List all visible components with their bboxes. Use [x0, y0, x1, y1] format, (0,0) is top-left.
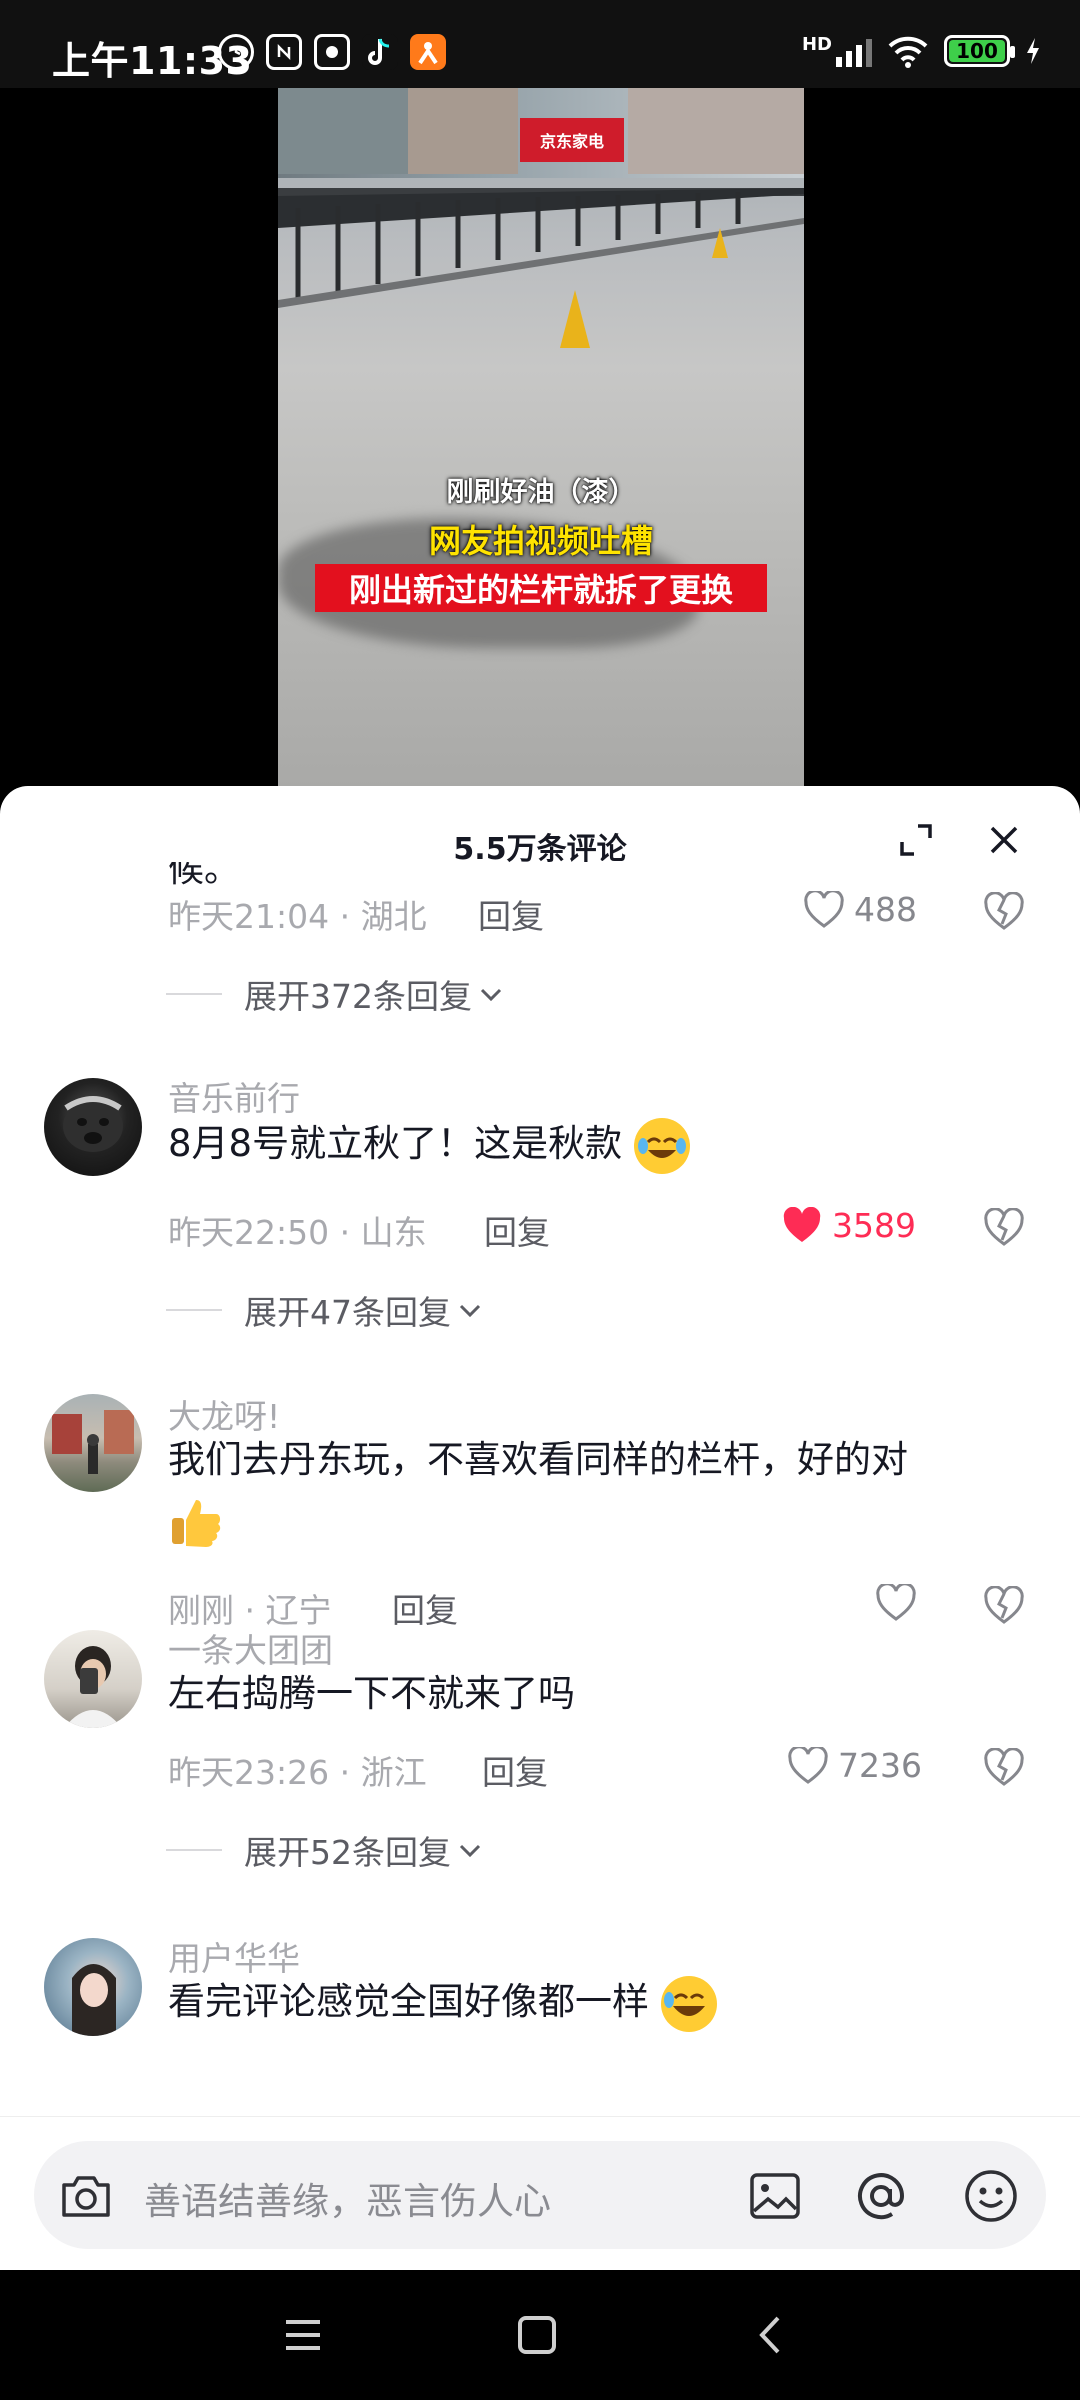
video-caption-banner: 刚出新过的栏杆就拆了更换 — [315, 564, 767, 612]
reply-button[interactable]: 回复 — [482, 1746, 548, 1794]
dislike-heart-icon[interactable] — [984, 1208, 1024, 1248]
battery-icon: 100 — [944, 35, 1015, 67]
chevron-down-icon — [480, 988, 502, 1002]
comment-meta: 昨天21:04 · 湖北 — [168, 890, 427, 938]
like-button[interactable]: 7236 — [788, 1746, 922, 1785]
avatar[interactable] — [44, 1938, 142, 2036]
heart-filled-icon — [783, 1206, 821, 1242]
rofl-emoji-icon — [660, 1975, 717, 2032]
comment-text: 左右捣腾一下不就来了吗 — [168, 1672, 575, 1715]
comment-location: 湖北 — [360, 897, 427, 936]
video-player[interactable]: 京东家电 刚刷好油（漆） 网友拍视频吐槽 刚出新过的栏杆就拆了更换 — [278, 88, 804, 788]
comment-time: 昨天21:04 — [168, 897, 330, 936]
divider-line — [166, 1849, 222, 1851]
comment-list[interactable]: 候。 昨天21:04 · 湖北 回复 488 展开372条回复 音乐前行 8月8… — [0, 862, 1080, 2112]
emoji-icon[interactable] — [962, 2167, 1020, 2225]
video-caption-small: 刚刷好油（漆） — [446, 477, 636, 508]
divider-line — [166, 993, 222, 995]
camera-icon[interactable] — [58, 2171, 114, 2221]
expand-replies-label: 展开47条回复 — [244, 1293, 451, 1332]
heart-icon — [876, 1584, 916, 1621]
status-bar: 上午11:33 HD 100 — [0, 0, 1080, 88]
comment-time: 昨天23:26 — [168, 1753, 330, 1792]
like-button[interactable]: 488 — [804, 890, 917, 929]
avatar[interactable] — [44, 1630, 142, 1728]
like-count: 488 — [854, 890, 917, 929]
at-icon[interactable] — [852, 2167, 910, 2225]
comment-username[interactable]: 音乐前行 — [168, 1072, 300, 1120]
like-button[interactable]: 3589 — [782, 1206, 916, 1245]
tiktok-icon — [362, 34, 398, 70]
avatar[interactable] — [44, 1394, 142, 1492]
heart-icon — [788, 1746, 828, 1784]
back-icon[interactable] — [748, 2312, 794, 2358]
wifi-icon — [888, 36, 928, 68]
dislike-heart-icon[interactable] — [984, 892, 1024, 932]
status-icons — [218, 34, 446, 70]
expand-icon[interactable] — [896, 820, 936, 860]
traffic-cone — [712, 228, 728, 258]
comment-location: 山东 — [360, 1213, 427, 1252]
comment-text: 8月8号就立秋了！这是秋款 — [168, 1114, 690, 1174]
thumbs-up-emoji-icon — [168, 1494, 224, 1550]
app-icon — [314, 34, 350, 70]
input-placeholder: 善语结善缘，恶言伤人心 — [144, 2180, 551, 2223]
store-sign: 京东家电 — [520, 118, 624, 162]
comment-text: 我们去丹东玩，不喜欢看同样的栏杆，好的对 — [168, 1430, 1028, 1550]
video-building — [278, 88, 408, 174]
home-icon[interactable] — [514, 2312, 560, 2358]
app-orange-icon — [410, 34, 446, 70]
expand-replies-label: 展开372条回复 — [244, 977, 472, 1016]
video-caption-red: 刚出新过的栏杆就拆了更换 — [348, 571, 733, 609]
close-icon[interactable] — [984, 820, 1024, 860]
comments-sheet: 5.5万条评论 候。 昨天21:04 · 湖北 回复 488 展开372条回复 — [0, 786, 1080, 2270]
comment-location: 浙江 — [360, 1753, 427, 1792]
divider-line — [166, 1309, 222, 1311]
charging-icon — [1027, 38, 1039, 64]
expand-replies-label: 展开52条回复 — [244, 1833, 451, 1872]
reply-button[interactable]: 回复 — [392, 1584, 458, 1632]
comment-text: 看完评论感觉全国好像都一样 — [168, 1972, 717, 2032]
comment-meta: 昨天22:50 · 山东 — [168, 1206, 427, 1254]
menu-icon[interactable] — [280, 2312, 326, 2358]
system-nav-bar — [0, 2270, 1080, 2400]
reply-button[interactable]: 回复 — [484, 1206, 550, 1254]
video-building — [628, 88, 804, 174]
comment-time: 昨天22:50 — [168, 1213, 330, 1252]
status-right: HD 100 — [802, 34, 1042, 68]
expand-replies-button[interactable]: 展开52条回复 — [166, 1826, 485, 1874]
chevron-down-icon — [459, 1844, 481, 1858]
chevron-down-icon — [459, 1304, 481, 1318]
video-caption-yellow: 网友拍视频吐槽 — [428, 522, 653, 560]
reply-button[interactable]: 回复 — [478, 890, 544, 938]
comment-input[interactable]: 善语结善缘，恶言伤人心 — [34, 2141, 1046, 2249]
heart-icon — [804, 890, 844, 928]
video-building — [408, 88, 518, 174]
like-button[interactable] — [876, 1584, 916, 1622]
avatar[interactable] — [44, 1078, 142, 1176]
like-count: 3589 — [832, 1206, 916, 1245]
meta-dot: · — [339, 1753, 361, 1792]
expand-replies-button[interactable]: 展开372条回复 — [166, 970, 506, 1018]
nfc-icon — [266, 34, 302, 70]
comment-meta: 昨天23:26 · 浙江 — [168, 1746, 427, 1794]
comment-input-bar: 善语结善缘，恶言伤人心 — [0, 2116, 1080, 2270]
dislike-heart-icon[interactable] — [984, 1748, 1024, 1788]
traffic-cone — [560, 290, 590, 348]
laugh-cry-emoji-icon — [633, 1117, 690, 1174]
like-count: 7236 — [838, 1746, 922, 1785]
meta-dot: · — [339, 897, 361, 936]
comment-text-partial: 候。 — [168, 862, 241, 890]
meta-dot: · — [339, 1213, 361, 1252]
dislike-heart-icon[interactable] — [984, 1586, 1024, 1626]
network-type: HD — [801, 34, 832, 55]
expand-replies-button[interactable]: 展开47条回复 — [166, 1286, 485, 1334]
signal-icon — [836, 35, 872, 67]
image-icon[interactable] — [748, 2169, 802, 2223]
alarm-icon — [218, 34, 254, 70]
